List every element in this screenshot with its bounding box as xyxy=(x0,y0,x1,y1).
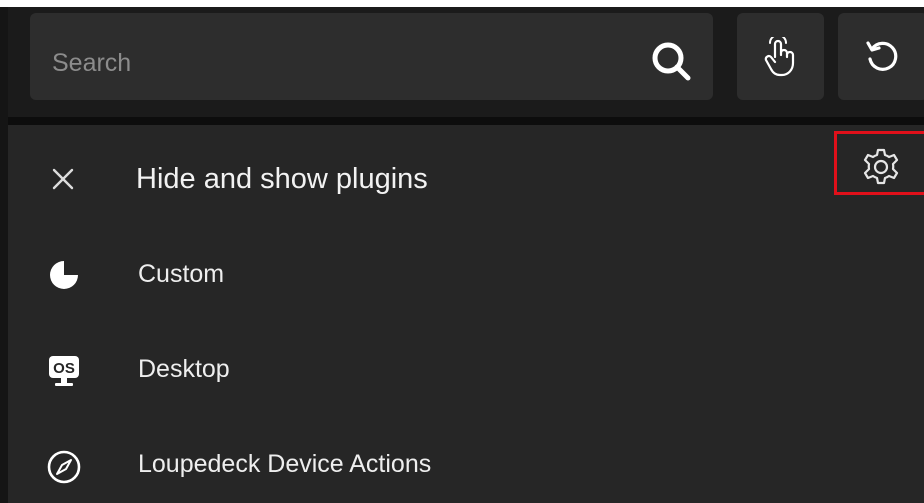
compass-icon xyxy=(47,450,81,484)
plugin-item-loupedeck-device-actions[interactable]: Loupedeck Device Actions xyxy=(8,445,924,489)
cropped-heading-strip xyxy=(0,0,924,7)
plugins-panel: Hide and show plugins Custom OS Desktop … xyxy=(8,125,924,503)
plugin-item-desktop[interactable]: OS Desktop xyxy=(8,349,924,393)
touch-mode-button[interactable] xyxy=(737,13,824,100)
search-placeholder: Search xyxy=(52,49,132,77)
panel-header: Hide and show plugins xyxy=(8,151,924,209)
search-box[interactable]: Search xyxy=(30,13,713,100)
hand-pointer-icon xyxy=(764,36,794,76)
settings-button[interactable] xyxy=(834,131,924,195)
toolbar: Search xyxy=(8,7,924,117)
refresh-button[interactable] xyxy=(838,13,924,100)
plugin-label: Custom xyxy=(138,260,225,288)
plugin-item-custom[interactable]: Custom xyxy=(8,253,924,297)
svg-text:OS: OS xyxy=(53,360,75,377)
gear-icon xyxy=(863,148,899,185)
search-icon[interactable] xyxy=(649,39,693,83)
plugin-label: Loupedeck Device Actions xyxy=(138,450,432,478)
close-icon[interactable] xyxy=(48,164,78,194)
refresh-icon xyxy=(866,40,898,71)
divider xyxy=(8,117,924,125)
custom-pie-icon xyxy=(50,261,78,289)
os-desktop-icon: OS xyxy=(49,356,79,386)
plugin-label: Desktop xyxy=(138,355,230,383)
panel-title: Hide and show plugins xyxy=(136,163,428,195)
